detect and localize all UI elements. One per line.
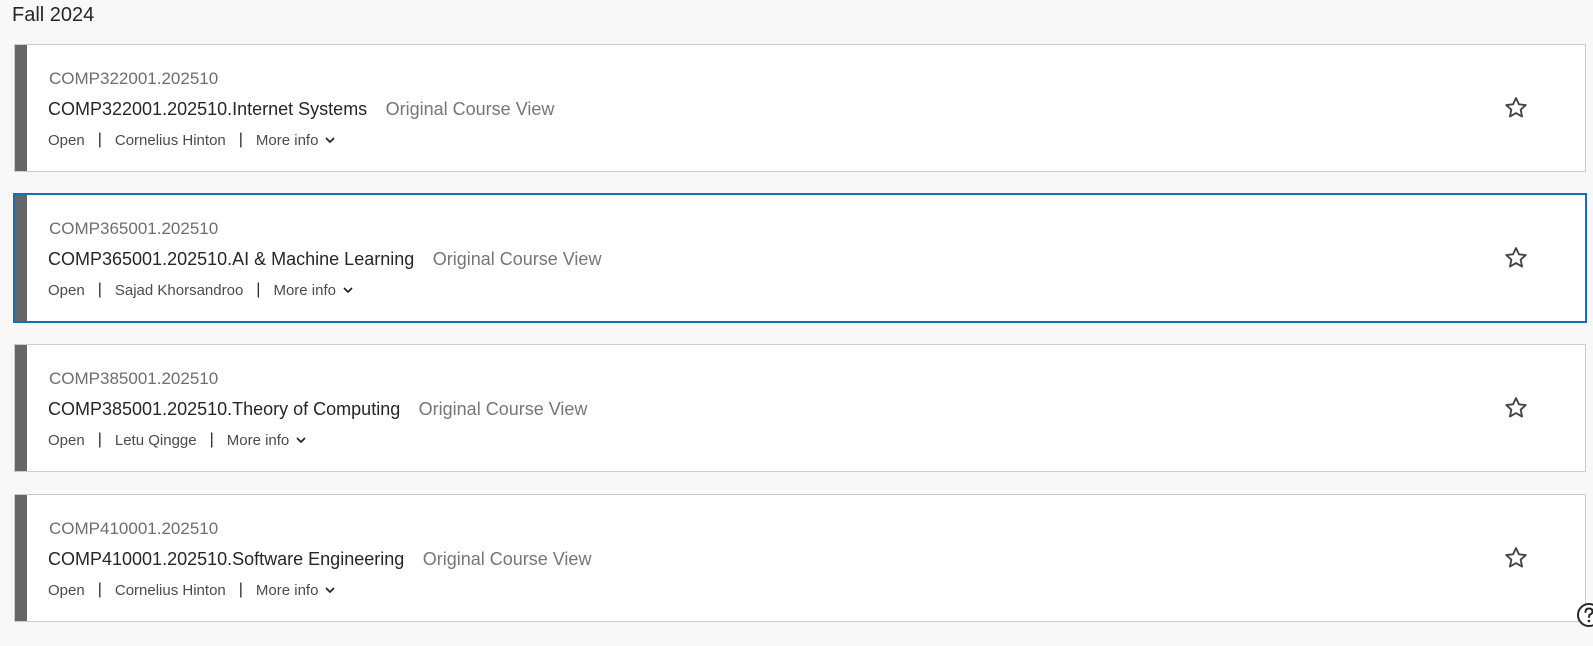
separator: | <box>97 281 102 298</box>
course-meta: Open | Sajad Khorsandroo | More info <box>48 281 354 299</box>
more-info-button[interactable]: More info <box>256 582 337 599</box>
course-color-bar <box>15 345 27 471</box>
course-view-label: Original Course View <box>418 399 588 419</box>
course-instructor: Cornelius Hinton <box>114 131 226 149</box>
course-id: COMP410001.202510 <box>49 519 219 538</box>
separator: | <box>238 581 243 598</box>
more-info-label: More info <box>273 281 336 299</box>
favorite-star-icon[interactable] <box>1503 395 1529 421</box>
chevron-down-icon <box>343 287 353 293</box>
course-list: COMP322001.202510 COMP322001.202510.Inte… <box>13 44 1587 644</box>
course-color-bar <box>15 195 27 321</box>
course-view-label: Original Course View <box>422 549 592 569</box>
course-card[interactable]: COMP365001.202510 COMP365001.202510.AI &… <box>13 193 1587 323</box>
more-info-label: More info <box>226 431 290 449</box>
course-title-link[interactable]: COMP322001.202510.Internet Systems <box>48 99 367 119</box>
course-meta: Open | Cornelius Hinton | More info <box>48 581 336 599</box>
separator: | <box>209 431 214 448</box>
more-info-button[interactable]: More info <box>256 132 337 149</box>
course-instructor: Sajad Khorsandroo <box>114 281 244 299</box>
course-status: Open <box>48 131 85 149</box>
course-title-row: COMP365001.202510.AI & Machine Learning … <box>48 249 601 270</box>
more-info-label: More info <box>255 581 319 599</box>
separator: | <box>238 131 243 148</box>
more-info-button[interactable]: More info <box>227 432 308 449</box>
course-id: COMP385001.202510 <box>49 369 219 388</box>
course-card[interactable]: COMP385001.202510 COMP385001.202510.Theo… <box>14 344 1586 472</box>
more-info-label: More info <box>255 131 319 149</box>
course-id: COMP365001.202510 <box>49 219 219 238</box>
chevron-down-icon <box>326 137 335 143</box>
course-id: COMP322001.202510 <box>49 69 219 88</box>
separator: | <box>97 581 102 598</box>
course-color-bar <box>15 45 27 171</box>
course-status: Open <box>48 431 85 449</box>
course-status: Open <box>48 281 85 299</box>
course-instructor: Cornelius Hinton <box>114 581 226 599</box>
course-instructor: Letu Qingge <box>114 431 197 449</box>
course-card[interactable]: COMP322001.202510 COMP322001.202510.Inte… <box>14 44 1586 172</box>
course-view-label: Original Course View <box>432 249 602 269</box>
course-meta: Open | Letu Qingge | More info <box>48 431 307 449</box>
course-status: Open <box>48 581 85 599</box>
course-color-bar <box>15 495 27 621</box>
course-title-row: COMP385001.202510.Theory of Computing Or… <box>48 399 587 420</box>
separator: | <box>97 431 102 448</box>
course-view-label: Original Course View <box>385 99 555 119</box>
separator: | <box>97 131 102 148</box>
help-icon[interactable] <box>1574 600 1593 630</box>
course-title-link[interactable]: COMP365001.202510.AI & Machine Learning <box>48 249 414 269</box>
separator: | <box>256 281 261 298</box>
more-info-button[interactable]: More info <box>273 282 354 299</box>
course-meta: Open | Cornelius Hinton | More info <box>48 131 336 149</box>
favorite-star-icon[interactable] <box>1503 95 1529 121</box>
course-card[interactable]: COMP410001.202510 COMP410001.202510.Soft… <box>14 494 1586 622</box>
chevron-down-icon <box>296 437 306 443</box>
course-title-row: COMP322001.202510.Internet Systems Origi… <box>48 99 554 120</box>
term-heading: Fall 2024 <box>12 4 95 26</box>
course-title-link[interactable]: COMP410001.202510.Software Engineering <box>48 549 404 569</box>
favorite-star-icon[interactable] <box>1503 545 1529 571</box>
course-title-link[interactable]: COMP385001.202510.Theory of Computing <box>48 399 400 419</box>
chevron-down-icon <box>326 587 335 593</box>
course-title-row: COMP410001.202510.Software Engineering O… <box>48 549 591 570</box>
favorite-star-icon[interactable] <box>1503 245 1529 271</box>
